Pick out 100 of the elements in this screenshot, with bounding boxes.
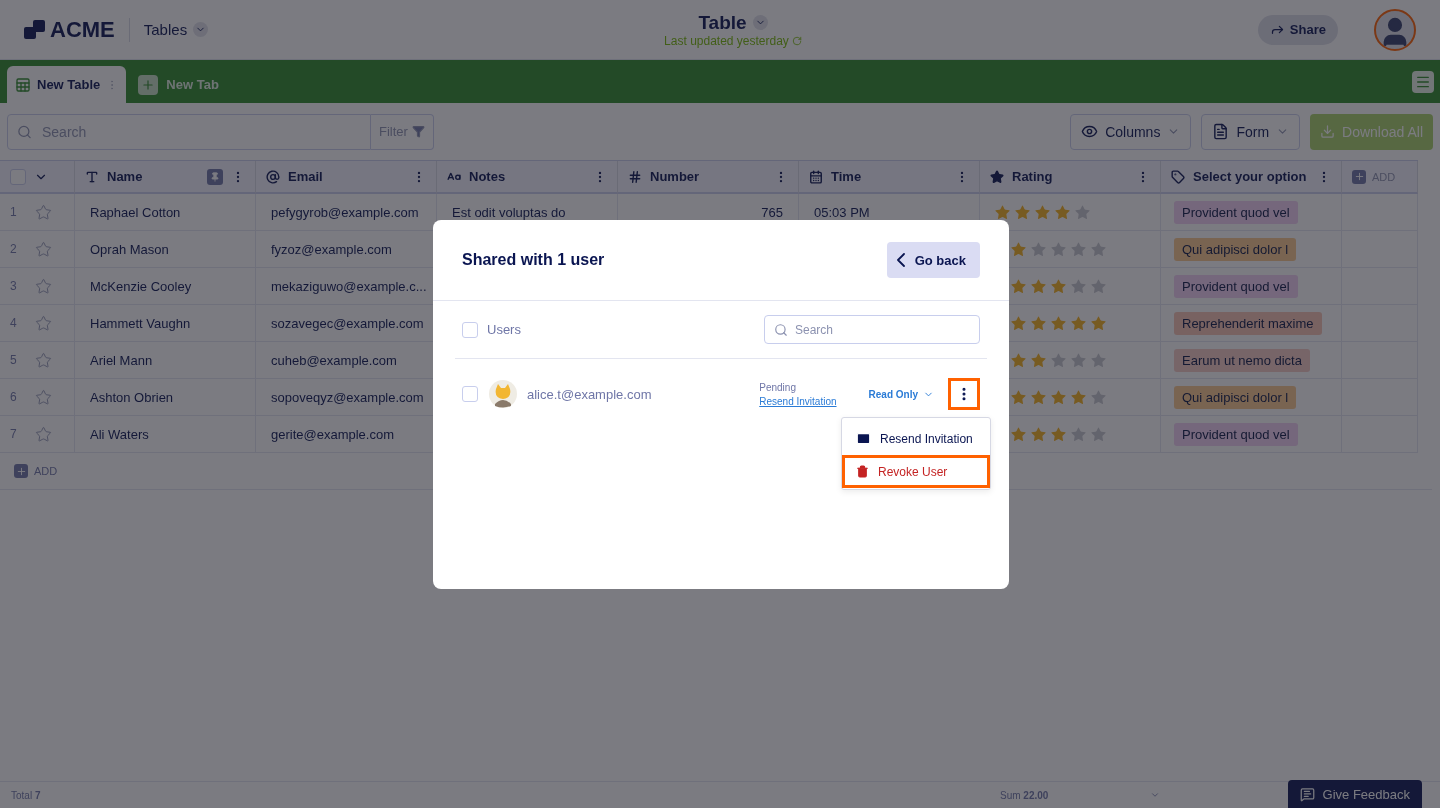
star-icon[interactable] xyxy=(1090,240,1107,258)
star-icon[interactable] xyxy=(1050,240,1067,258)
tab[interactable]: New Table xyxy=(7,66,127,103)
column-header[interactable]: Email xyxy=(256,161,437,194)
option-tag: Provident quod vel xyxy=(1174,422,1298,446)
star-icon[interactable] xyxy=(1030,425,1047,443)
columns-button[interactable]: Columns xyxy=(1070,113,1192,150)
share-button[interactable]: Share xyxy=(1257,14,1338,45)
star-rating[interactable] xyxy=(1010,388,1107,406)
logo-text[interactable]: ACME xyxy=(50,16,115,43)
star-icon[interactable] xyxy=(1070,240,1087,258)
logo-icon[interactable] xyxy=(24,18,46,41)
row-number: 1 xyxy=(10,205,17,219)
star-icon[interactable] xyxy=(1014,203,1031,221)
checkbox[interactable] xyxy=(462,386,478,402)
search-field[interactable]: Search xyxy=(764,315,980,344)
give-feedback-button[interactable]: Give Feedback xyxy=(1287,780,1422,808)
star-icon[interactable] xyxy=(34,351,52,369)
star-icon[interactable] xyxy=(1010,314,1027,332)
star-icon[interactable] xyxy=(1010,425,1027,443)
table-cell: Hammett Vaughn xyxy=(90,315,191,331)
star-icon[interactable] xyxy=(994,203,1011,221)
star-icon[interactable] xyxy=(1070,277,1087,295)
star-icon[interactable] xyxy=(1030,388,1047,406)
star-icon[interactable] xyxy=(1030,277,1047,295)
plus-icon xyxy=(1352,169,1366,184)
number-icon xyxy=(628,169,642,184)
star-icon[interactable] xyxy=(1030,314,1047,332)
chevron-down-icon[interactable] xyxy=(752,15,768,30)
option-tag: Provident quod vel xyxy=(1174,274,1298,298)
star-icon[interactable] xyxy=(1034,203,1051,221)
star-icon[interactable] xyxy=(1074,203,1091,221)
star-rating[interactable] xyxy=(1010,240,1107,258)
avatar-icon[interactable] xyxy=(1374,8,1416,51)
table-cell: sozavegec@example.com xyxy=(271,315,424,331)
table-cell: Est odit voluptas do xyxy=(452,204,566,220)
star-rating[interactable] xyxy=(1010,314,1107,332)
star-icon[interactable] xyxy=(1070,351,1087,369)
star-icon[interactable] xyxy=(1010,240,1027,258)
option-tag: Qui adipisci dolor l xyxy=(1174,237,1297,261)
menu-item[interactable]: Revoke User xyxy=(842,455,990,488)
add-row-button[interactable]: ADD xyxy=(14,464,58,478)
checkbox[interactable] xyxy=(462,321,478,338)
more-button[interactable] xyxy=(948,378,980,410)
star-rating[interactable] xyxy=(1010,277,1107,295)
row-number: 6 xyxy=(10,390,17,404)
option-tag: Provident quod vel xyxy=(1174,200,1298,224)
star-icon[interactable] xyxy=(1050,351,1067,369)
star-icon[interactable] xyxy=(1050,388,1067,406)
column-header[interactable]: Rating xyxy=(980,161,1161,194)
star-icon[interactable] xyxy=(34,425,52,443)
star-icon[interactable] xyxy=(34,314,52,332)
permission-dropdown[interactable]: Read Only xyxy=(868,388,934,400)
star-icon[interactable] xyxy=(1050,314,1067,332)
star-icon[interactable] xyxy=(34,240,52,258)
star-icon[interactable] xyxy=(1010,277,1027,295)
option-tag: Reprehenderit maxime xyxy=(1174,311,1322,335)
plus-icon xyxy=(138,74,159,95)
star-icon[interactable] xyxy=(1090,388,1107,406)
dialog-title: Shared with 1 user xyxy=(462,251,605,269)
star-icon[interactable] xyxy=(1070,314,1087,332)
star-icon[interactable] xyxy=(1070,388,1087,406)
star-icon[interactable] xyxy=(1054,203,1071,221)
star-rating[interactable] xyxy=(994,203,1091,221)
star-icon[interactable] xyxy=(1010,351,1027,369)
star-icon[interactable] xyxy=(1050,277,1067,295)
row-number: 2 xyxy=(10,242,17,256)
chevron-down-icon[interactable] xyxy=(1150,790,1160,800)
star-rating[interactable] xyxy=(1010,351,1107,369)
star-icon[interactable] xyxy=(34,203,52,221)
star-icon[interactable] xyxy=(1050,425,1067,443)
column-header[interactable]: Notes xyxy=(437,161,618,194)
go-back-button[interactable]: Go back xyxy=(886,242,980,278)
section-dropdown[interactable]: Tables xyxy=(143,21,209,38)
menu-button[interactable] xyxy=(1412,70,1434,93)
column-header[interactable]: Number xyxy=(618,161,799,194)
new-tab-button[interactable]: New Tab xyxy=(134,66,223,103)
star-icon[interactable] xyxy=(1070,425,1087,443)
star-icon[interactable] xyxy=(1090,314,1107,332)
column-header[interactable]: Time xyxy=(799,161,980,194)
column-header[interactable]: Name xyxy=(75,161,256,194)
star-icon[interactable] xyxy=(1090,277,1107,295)
table-cell: fyzoz@example.com xyxy=(271,241,392,257)
form-button[interactable]: Form xyxy=(1201,113,1301,150)
star-icon[interactable] xyxy=(34,388,52,406)
star-icon[interactable] xyxy=(1030,240,1047,258)
row-number: 4 xyxy=(10,316,17,330)
star-rating[interactable] xyxy=(1010,425,1107,443)
option-tag: Earum ut nemo dicta xyxy=(1174,348,1310,372)
star-icon[interactable] xyxy=(1010,388,1027,406)
star-icon[interactable] xyxy=(1030,351,1047,369)
user-email: alice.t@example.com xyxy=(527,386,653,402)
star-icon[interactable] xyxy=(1090,351,1107,369)
menu-item[interactable]: Resend Invitation xyxy=(842,422,990,455)
star-icon[interactable] xyxy=(34,277,52,295)
resend-invitation-link[interactable]: Resend Invitation xyxy=(759,395,837,407)
column-header[interactable]: Select your option xyxy=(1161,161,1342,194)
pin-icon[interactable] xyxy=(207,168,223,185)
row-number: 5 xyxy=(10,353,17,367)
star-icon[interactable] xyxy=(1090,425,1107,443)
